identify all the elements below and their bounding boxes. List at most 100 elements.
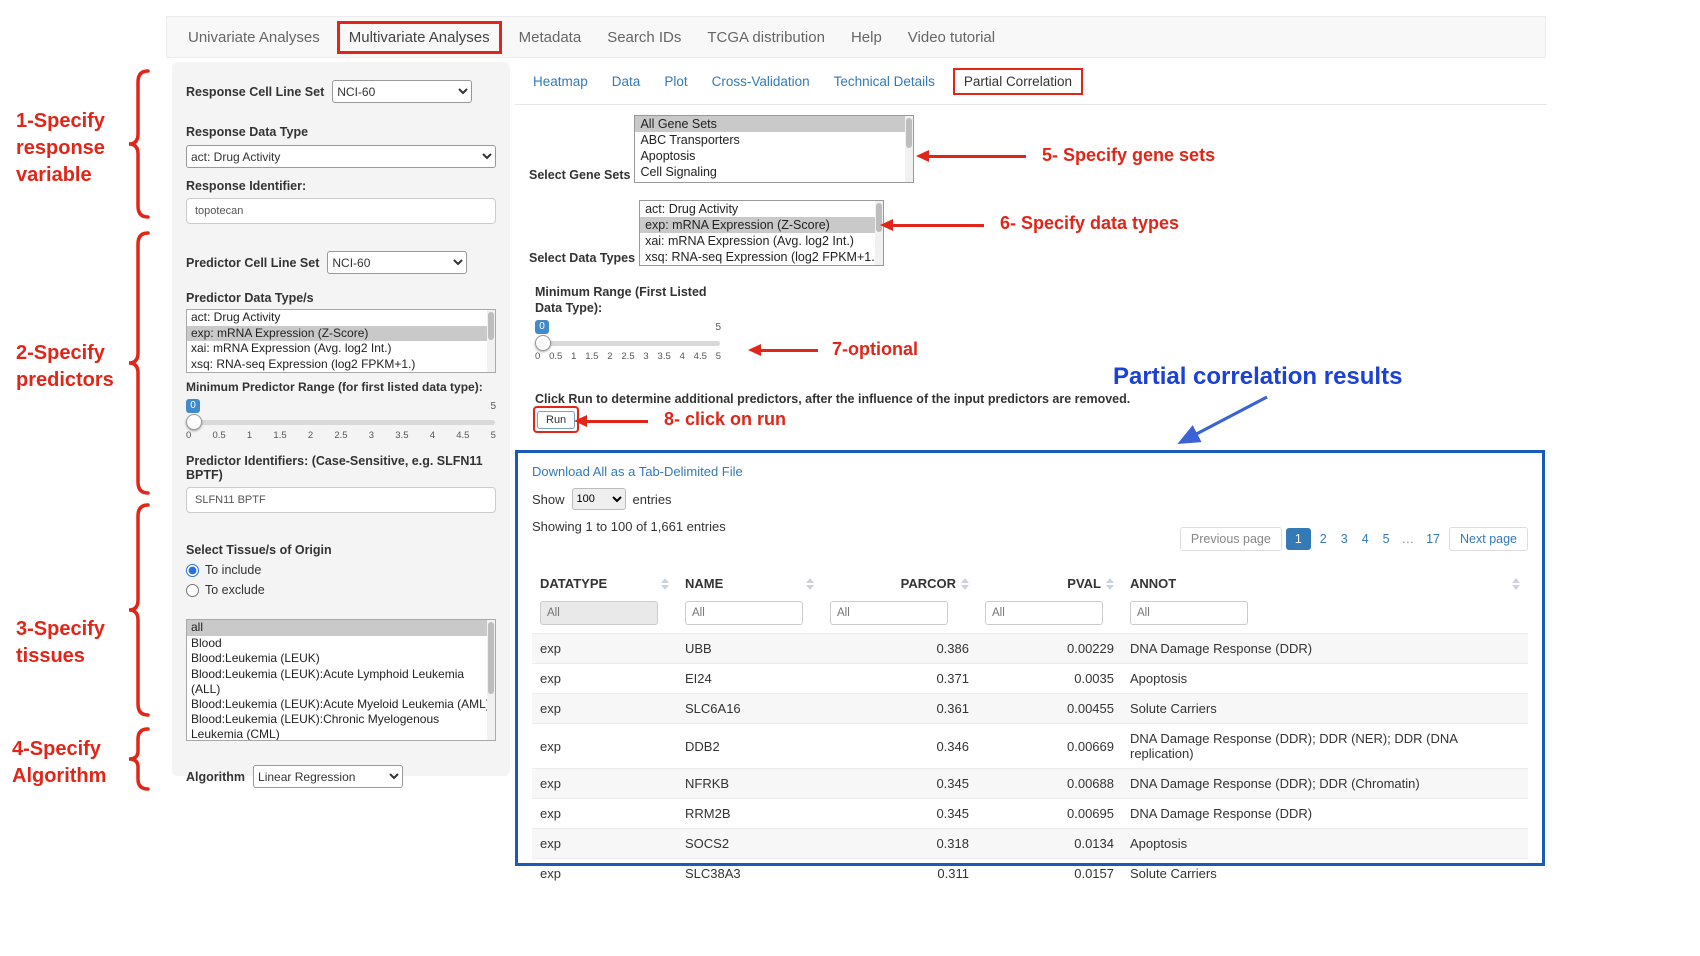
slider-track[interactable] xyxy=(536,341,720,346)
table-row: expSLC6A160.3610.00455Solute Carriers xyxy=(532,694,1528,724)
page-button-5[interactable]: 5 xyxy=(1378,528,1395,550)
page-button-4[interactable]: 4 xyxy=(1357,528,1374,550)
tissue-listbox: all Blood Blood:Leukemia (LEUK) Blood:Le… xyxy=(186,619,496,741)
table-row: expUBB0.3860.00229DNA Damage Response (D… xyxy=(532,634,1528,664)
annotation-step2-line: predictors xyxy=(16,367,114,394)
tab-data[interactable]: Data xyxy=(600,68,653,95)
annotation-step4: 4-Specify Algorithm xyxy=(12,736,106,790)
run-button[interactable]: Run xyxy=(537,411,575,429)
show-entries-select[interactable]: 100 xyxy=(572,488,626,510)
tab-technical-details[interactable]: Technical Details xyxy=(822,68,947,95)
listbox-option[interactable]: ABC Transporters xyxy=(635,132,913,148)
slider-handle[interactable] xyxy=(186,414,202,430)
download-link[interactable]: Download All as a Tab-Delimited File xyxy=(532,464,743,479)
table-row: expSLC38A30.3110.0157Solute Carriers xyxy=(532,859,1528,889)
brace-icon xyxy=(126,230,152,496)
brace-icon xyxy=(126,68,152,220)
tissue-include-radio[interactable] xyxy=(186,564,199,577)
page-button-2[interactable]: 2 xyxy=(1315,528,1332,550)
annotation-step1-line: 1-Specify xyxy=(16,108,105,135)
listbox-option[interactable]: Blood:Leukemia (LEUK) xyxy=(187,651,495,667)
annotation-step1-line: response xyxy=(16,135,105,162)
predictor-cell-line-set-select[interactable]: NCI-60 xyxy=(327,251,467,274)
column-header-datatype[interactable]: DATATYPE xyxy=(532,572,677,599)
annotation-step7: 7-optional xyxy=(832,339,918,360)
column-header-annot[interactable]: ANNOT xyxy=(1122,572,1528,599)
filter-input-datatype[interactable] xyxy=(540,601,658,625)
column-header-pval[interactable]: PVAL xyxy=(977,572,1122,599)
tick-label: 1.5 xyxy=(273,430,286,441)
tissue-exclude-radio[interactable] xyxy=(186,584,199,597)
predictor-identifiers-input[interactable] xyxy=(186,487,496,513)
response-identifier-input[interactable] xyxy=(186,198,496,224)
listbox-option[interactable]: Blood xyxy=(187,636,495,652)
listbox-option[interactable]: xsq: RNA-seq Expression (log2 FPKM+1.) xyxy=(640,249,883,265)
page-button-3[interactable]: 3 xyxy=(1336,528,1353,550)
response-cell-line-set-select[interactable]: NCI-60 xyxy=(332,80,472,103)
nav-item-multivariate-analyses[interactable]: Multivariate Analyses xyxy=(337,21,502,54)
listbox-option-selected[interactable]: exp: mRNA Expression (Z-Score) xyxy=(187,326,495,342)
listbox-option-selected[interactable]: all xyxy=(187,620,495,636)
listbox-option[interactable]: xai: mRNA Expression (Avg. log2 Int.) xyxy=(187,341,495,357)
next-page-button[interactable]: Next page xyxy=(1449,527,1528,551)
scrollbar[interactable] xyxy=(905,116,913,182)
scrollbar[interactable] xyxy=(487,620,495,740)
response-data-type-select[interactable]: act: Drug Activity xyxy=(186,145,496,168)
scrollbar-thumb[interactable] xyxy=(488,622,494,694)
listbox-option[interactable]: Blood:Leukemia (LEUK):Acute Myeloid Leuk… xyxy=(187,697,495,712)
annotation-step6: 6- Specify data types xyxy=(1000,213,1179,234)
scrollbar[interactable] xyxy=(487,310,495,372)
column-header-name[interactable]: NAME xyxy=(677,572,822,599)
predictor-identifiers-label: Predictor Identifiers: (Case-Sensitive, … xyxy=(186,454,496,482)
listbox-option[interactable]: act: Drug Activity xyxy=(187,310,495,326)
algorithm-label: Algorithm xyxy=(186,770,245,784)
nav-item-tcga-distribution[interactable]: TCGA distribution xyxy=(694,29,838,46)
filter-input-annot[interactable] xyxy=(1130,601,1248,625)
listbox-option-selected[interactable]: exp: mRNA Expression (Z-Score) xyxy=(640,217,883,233)
tab-cross-validation[interactable]: Cross-Validation xyxy=(700,68,822,95)
filter-input-parcor[interactable] xyxy=(830,601,948,625)
listbox-option[interactable]: xsq: RNA-seq Expression (log2 FPKM+1.) xyxy=(187,357,495,373)
filter-input-name[interactable] xyxy=(685,601,803,625)
show-entries-suffix: entries xyxy=(633,492,672,507)
predictor-range-slider: 0 5 00.511.522.533.544.55 xyxy=(186,399,496,445)
brace-icon xyxy=(126,502,152,718)
previous-page-button[interactable]: Previous page xyxy=(1180,527,1282,551)
arrow-step5-icon xyxy=(928,155,1026,158)
listbox-option[interactable]: xai: mRNA Expression (Avg. log2 Int.) xyxy=(640,233,883,249)
scrollbar-thumb[interactable] xyxy=(488,312,494,340)
slider-handle[interactable] xyxy=(535,335,551,351)
listbox-option[interactable]: act: Drug Activity xyxy=(640,201,883,217)
nav-item-help[interactable]: Help xyxy=(838,29,895,46)
tick-label: 3 xyxy=(643,351,648,362)
predictor-data-types-listbox: act: Drug Activity exp: mRNA Expression … xyxy=(186,309,496,373)
tissue-include-label: To include xyxy=(205,563,261,577)
nav-item-metadata[interactable]: Metadata xyxy=(506,29,595,46)
nav-item-video-tutorial[interactable]: Video tutorial xyxy=(895,29,1008,46)
nav-item-univariate-analyses[interactable]: Univariate Analyses xyxy=(175,29,333,46)
listbox-option[interactable]: Apoptosis xyxy=(635,148,913,164)
tick-label: 2.5 xyxy=(621,351,634,362)
listbox-option-selected[interactable]: All Gene Sets xyxy=(635,116,913,132)
scrollbar-thumb[interactable] xyxy=(906,118,912,148)
filter-input-pval[interactable] xyxy=(985,601,1103,625)
tab-heatmap[interactable]: Heatmap xyxy=(521,68,600,95)
arrow-step6-icon xyxy=(892,224,984,227)
tab-plot[interactable]: Plot xyxy=(652,68,699,95)
slider-value-badge: 0 xyxy=(535,320,549,334)
page-button-1[interactable]: 1 xyxy=(1286,528,1311,550)
slider-track[interactable] xyxy=(187,420,495,425)
column-header-parcor[interactable]: PARCOR xyxy=(822,572,977,599)
listbox-option[interactable]: Blood:Leukemia (LEUK):Acute Lymphoid Leu… xyxy=(187,667,495,697)
page-button-17[interactable]: 17 xyxy=(1421,528,1445,550)
sort-icon xyxy=(806,578,814,590)
min-predictor-range-label: Minimum Predictor Range (for first liste… xyxy=(186,380,496,394)
tab-partial-correlation[interactable]: Partial Correlation xyxy=(953,68,1083,95)
scrollbar[interactable] xyxy=(875,201,883,265)
listbox-option[interactable]: Cell Signaling xyxy=(635,164,913,180)
annotation-step1-line: variable xyxy=(16,162,105,189)
algorithm-select[interactable]: Linear Regression xyxy=(253,765,403,788)
page: Univariate Analyses Multivariate Analyse… xyxy=(0,0,1700,956)
listbox-option[interactable]: Blood:Leukemia (LEUK):Chronic Myelogenou… xyxy=(187,712,495,742)
nav-item-search-ids[interactable]: Search IDs xyxy=(594,29,694,46)
